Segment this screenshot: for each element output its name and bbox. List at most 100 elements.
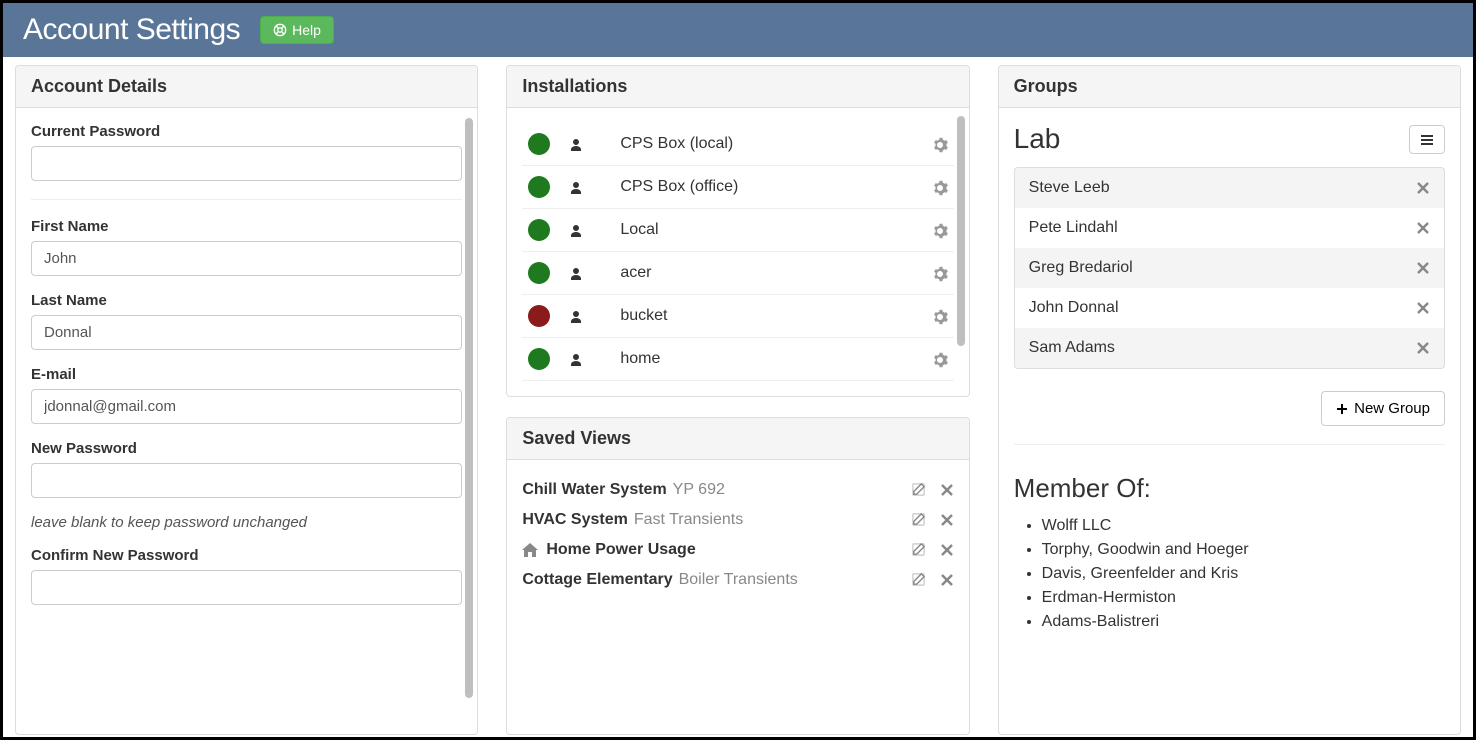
member-name: Pete Lindahl [1029, 219, 1118, 237]
saved-views-panel: Saved Views Chill Water SystemYP 692 HVAC… [506, 417, 969, 735]
email-input[interactable] [31, 389, 462, 424]
confirm-password-label: Confirm New Password [31, 547, 462, 564]
last-name-input[interactable] [31, 315, 462, 350]
settings-gear-icon[interactable] [932, 307, 948, 324]
saved-view-name: Home Power Usage [546, 541, 695, 559]
new-password-label: New Password [31, 440, 462, 457]
saved-views-heading: Saved Views [507, 418, 968, 460]
help-button[interactable]: Help [260, 16, 334, 44]
divider [1014, 444, 1445, 445]
plus-icon [1336, 403, 1348, 415]
member-name: Steve Leeb [1029, 179, 1110, 197]
settings-gear-icon[interactable] [932, 264, 948, 281]
member-of-item: Wolff LLC [1042, 514, 1445, 538]
first-name-label: First Name [31, 218, 462, 235]
page-title: Account Settings [23, 13, 240, 47]
member-of-item: Erdman-Hermiston [1042, 586, 1445, 610]
member-name: Sam Adams [1029, 339, 1115, 357]
saved-view-name: HVAC System [522, 511, 628, 529]
installation-name: CPS Box (local) [602, 135, 913, 153]
groups-panel: Groups Lab Steve Leeb Pete Lindahl Greg Br… [998, 65, 1461, 735]
divider [31, 199, 462, 200]
installation-row: bucket [522, 295, 953, 338]
saved-view-subtitle: Boiler Transients [679, 571, 798, 589]
group-member-row: Sam Adams [1014, 328, 1445, 369]
saved-view-row: Cottage Elementary Boiler Transients [522, 565, 953, 595]
scrollbar[interactable] [465, 118, 473, 698]
remove-member-icon[interactable] [1416, 299, 1430, 317]
installation-row: CPS Box (local) [522, 123, 953, 166]
groups-heading: Groups [999, 66, 1460, 108]
user-icon [568, 264, 584, 281]
menu-icon [1420, 134, 1434, 146]
scrollbar[interactable] [957, 116, 965, 346]
user-icon [568, 350, 584, 367]
settings-gear-icon[interactable] [932, 135, 948, 152]
installation-row: home [522, 338, 953, 381]
delete-icon[interactable] [940, 541, 954, 559]
remove-member-icon[interactable] [1416, 219, 1430, 237]
status-dot [528, 348, 550, 370]
installation-name: bucket [602, 307, 913, 325]
delete-icon[interactable] [940, 571, 954, 589]
settings-gear-icon[interactable] [932, 178, 948, 195]
saved-view-name: Cottage Elementary [522, 571, 672, 589]
group-member-row: Pete Lindahl [1014, 208, 1445, 248]
page-header: Account Settings Help [3, 3, 1473, 57]
installation-name: home [602, 350, 913, 368]
help-label: Help [292, 22, 321, 38]
remove-member-icon[interactable] [1416, 339, 1430, 357]
group-member-row: Greg Bredariol [1014, 248, 1445, 288]
delete-icon[interactable] [940, 511, 954, 529]
remove-member-icon[interactable] [1416, 179, 1430, 197]
member-name: Greg Bredariol [1029, 259, 1133, 277]
current-password-label: Current Password [31, 123, 462, 140]
saved-view-subtitle: Fast Transients [634, 511, 743, 529]
installations-heading: Installations [507, 66, 968, 108]
email-label: E-mail [31, 366, 462, 383]
group-member-row: John Donnal [1014, 288, 1445, 328]
settings-gear-icon[interactable] [932, 221, 948, 238]
delete-icon[interactable] [940, 481, 954, 499]
edit-icon[interactable] [911, 541, 926, 559]
edit-icon[interactable] [911, 481, 926, 499]
member-of-item: Davis, Greenfelder and Kris [1042, 562, 1445, 586]
group-name: Lab [1014, 123, 1061, 155]
saved-view-row: Chill Water SystemYP 692 [522, 475, 953, 505]
user-icon [568, 307, 584, 324]
user-icon [568, 178, 584, 195]
group-member-row: Steve Leeb [1014, 167, 1445, 208]
member-name: John Donnal [1029, 299, 1119, 317]
new-group-button[interactable]: New Group [1321, 391, 1445, 426]
last-name-label: Last Name [31, 292, 462, 309]
account-details-panel: Account Details Current Password First N… [15, 65, 478, 735]
edit-icon[interactable] [911, 571, 926, 589]
confirm-password-input[interactable] [31, 570, 462, 605]
installation-row: acer [522, 252, 953, 295]
settings-gear-icon[interactable] [932, 350, 948, 367]
status-dot [528, 176, 550, 198]
edit-icon[interactable] [911, 511, 926, 529]
current-password-input[interactable] [31, 146, 462, 181]
installation-row: Local [522, 209, 953, 252]
user-icon [568, 135, 584, 152]
status-dot [528, 262, 550, 284]
status-dot [528, 219, 550, 241]
saved-view-row: Home Power Usage [522, 535, 953, 565]
saved-view-subtitle: YP 692 [673, 481, 725, 499]
home-icon [522, 541, 538, 559]
new-password-hint: leave blank to keep password unchanged [31, 514, 462, 531]
remove-member-icon[interactable] [1416, 259, 1430, 277]
account-details-heading: Account Details [16, 66, 477, 108]
group-menu-button[interactable] [1409, 125, 1445, 154]
member-of-item: Torphy, Goodwin and Hoeger [1042, 538, 1445, 562]
installation-row: CPS Box (office) [522, 166, 953, 209]
new-group-label: New Group [1354, 400, 1430, 417]
new-password-input[interactable] [31, 463, 462, 498]
installation-name: CPS Box (office) [602, 178, 913, 196]
status-dot [528, 305, 550, 327]
installations-panel: Installations CPS Box (local) CPS Box (of… [506, 65, 969, 397]
member-of-heading: Member Of: [1014, 473, 1445, 504]
life-ring-icon [273, 23, 287, 37]
first-name-input[interactable] [31, 241, 462, 276]
